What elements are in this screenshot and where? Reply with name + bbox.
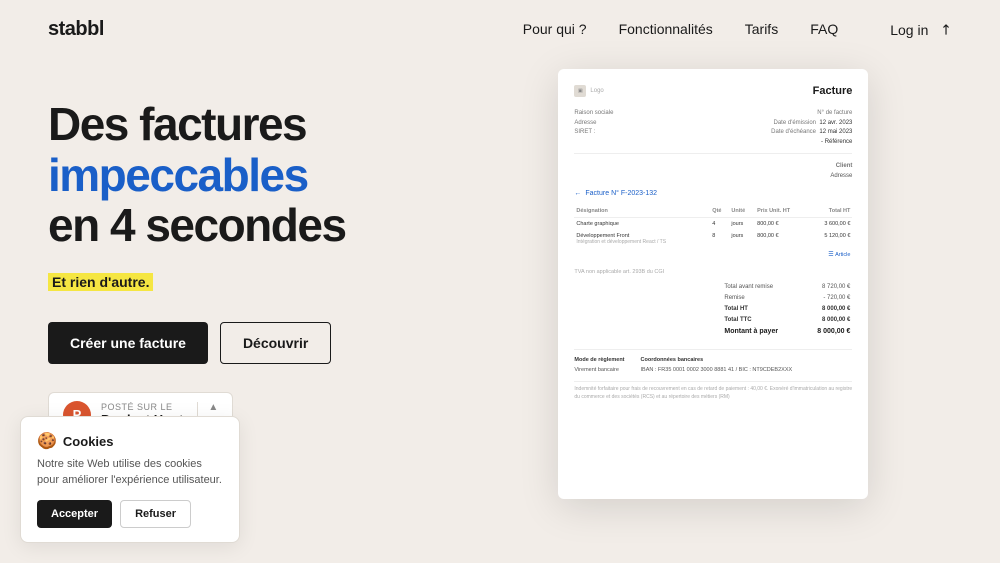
invoice-footer: Mode de règlement Virement bancaire Coor… bbox=[574, 349, 852, 376]
invoice-number-info: N° de facture Date d'émission 12 avr. 20… bbox=[771, 109, 852, 147]
cookie-buttons: Accepter Refuser bbox=[37, 500, 223, 528]
invoice-number-label: N° de facture bbox=[771, 109, 852, 119]
row1-unit: jours bbox=[729, 217, 755, 230]
col-price: Prix Unit. HT bbox=[755, 205, 809, 218]
invoice-legal: Indemnité forfaitaire pour frais de reco… bbox=[574, 381, 852, 401]
nav-faq[interactable]: FAQ bbox=[810, 21, 838, 37]
upvote-icon: ▲ bbox=[208, 402, 218, 413]
invoice-header: ▣ Logo Facture bbox=[574, 85, 852, 101]
company-address: Adresse bbox=[574, 119, 613, 129]
client-info: Client Adresse bbox=[830, 162, 852, 181]
invoice-tva: TVA non applicable art. 293B du CGI bbox=[574, 269, 852, 275]
hero-right: ▣ Logo Facture Raison sociale Adresse SI… bbox=[455, 79, 952, 499]
invoice-title-right: Facture bbox=[813, 85, 853, 101]
product-hunt-label: POSTÉ SUR LE bbox=[101, 402, 183, 412]
add-article-row: ☰ Article bbox=[574, 248, 852, 261]
invoice-number: Facture N° F-2023-132 bbox=[574, 190, 852, 197]
col-total: Total HT bbox=[809, 205, 853, 218]
invoice-echeance: Date d'échéance 12 mai 2023 bbox=[771, 128, 852, 138]
cookie-header: 🍪 Cookies bbox=[37, 431, 223, 451]
hero-buttons: Créer une facture Découvrir bbox=[48, 322, 455, 364]
hero-title: Des factures impeccables en 4 secondes bbox=[48, 99, 455, 251]
discover-button[interactable]: Découvrir bbox=[220, 322, 331, 364]
invoice-client: Client Adresse bbox=[574, 162, 852, 181]
row2-name: Développement Front Intégration et dével… bbox=[574, 230, 710, 248]
add-article-cell: ☰ Article bbox=[574, 248, 852, 261]
montant-row: Montant à payer 8 000,00 € bbox=[724, 327, 850, 337]
invoice-company-info: Raison sociale Adresse SIRET : bbox=[574, 109, 613, 147]
company-siret: SIRET : bbox=[574, 128, 613, 138]
col-designation: Désignation bbox=[574, 205, 710, 218]
row1-qty: 4 bbox=[710, 217, 729, 230]
totals-table: Total avant remise 8 720,00 € Remise - 7… bbox=[722, 281, 852, 339]
table-row: Charte graphique 4 jours 800,00 € 3 600,… bbox=[574, 217, 852, 230]
total-row: Total avant remise 8 720,00 € bbox=[724, 283, 850, 292]
total-ht-row: Total HT 8 000,00 € bbox=[724, 305, 850, 314]
invoice-meta: Raison sociale Adresse SIRET : N° de fac… bbox=[574, 109, 852, 154]
cookie-icon: 🍪 bbox=[37, 431, 57, 451]
navbar: stabbl Pour qui ? Fonctionnalités Tarifs… bbox=[0, 0, 1000, 59]
hero-tagline: Et rien d'autre. bbox=[48, 273, 153, 291]
row1-total: 3 600,00 € bbox=[809, 217, 853, 230]
logo-label: Logo bbox=[590, 88, 603, 94]
nav-tarifs[interactable]: Tarifs bbox=[745, 21, 778, 37]
col-qty: Qté bbox=[710, 205, 729, 218]
cookie-accept-button[interactable]: Accepter bbox=[37, 500, 112, 528]
invoice-table: Désignation Qté Unité Prix Unit. HT Tota… bbox=[574, 205, 852, 261]
row2-total: 5 120,00 € bbox=[809, 230, 853, 248]
company-label: Raison sociale bbox=[574, 109, 613, 119]
cookie-text: Notre site Web utilise des cookies pour … bbox=[37, 457, 223, 488]
nav-login[interactable]: Log in ↗ bbox=[890, 21, 952, 38]
cookie-title: Cookies bbox=[63, 434, 114, 449]
nav-fonctionnalites[interactable]: Fonctionnalités bbox=[619, 21, 713, 37]
invoice-totals: Total avant remise 8 720,00 € Remise - 7… bbox=[574, 281, 852, 339]
row1-price: 800,00 € bbox=[755, 217, 809, 230]
bank-col: Coordonnées bancaires IBAN : FR35 0001 0… bbox=[641, 356, 793, 376]
create-invoice-button[interactable]: Créer une facture bbox=[48, 322, 208, 364]
external-link-icon: ↗ bbox=[936, 19, 956, 39]
invoice-logo: ▣ Logo bbox=[574, 85, 603, 97]
invoice-emission: Date d'émission 12 avr. 2023 bbox=[771, 119, 852, 129]
logo[interactable]: stabbl bbox=[48, 18, 104, 41]
row1-name: Charte graphique bbox=[574, 217, 710, 230]
cookie-refuse-button[interactable]: Refuser bbox=[120, 500, 191, 528]
nav-pour-qui[interactable]: Pour qui ? bbox=[523, 21, 587, 37]
table-row: Développement Front Intégration et dével… bbox=[574, 230, 852, 248]
logo-placeholder-icon: ▣ bbox=[574, 85, 586, 97]
col-unit: Unité bbox=[729, 205, 755, 218]
invoice-title: Facture bbox=[813, 85, 853, 97]
invoice-preview: ▣ Logo Facture Raison sociale Adresse SI… bbox=[558, 69, 868, 499]
row2-unit: jours bbox=[729, 230, 755, 248]
invoice-reference: - Référence bbox=[771, 138, 852, 148]
total-ttc-row: Total TTC 8 000,00 € bbox=[724, 316, 850, 325]
row2-qty: 8 bbox=[710, 230, 729, 248]
row2-price: 800,00 € bbox=[755, 230, 809, 248]
cookie-banner: 🍪 Cookies Notre site Web utilise des coo… bbox=[20, 416, 240, 543]
total-row: Remise - 720,00 € bbox=[724, 294, 850, 303]
payment-mode-col: Mode de règlement Virement bancaire bbox=[574, 356, 624, 376]
